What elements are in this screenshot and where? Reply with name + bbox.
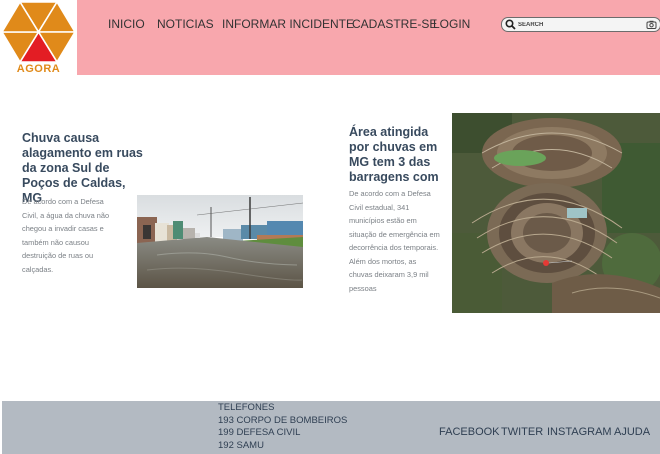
camera-icon[interactable] xyxy=(646,19,657,30)
news-summary-1: De acordo com a Defesa Civil, a água da … xyxy=(22,197,110,274)
site-header: AGORA INICIO NOTICIAS INFORMAR INCIDENTE… xyxy=(0,0,660,75)
nav-informar-incidente[interactable]: INFORMAR INCIDENTE xyxy=(222,17,354,31)
site-footer: TELEFONES 193 CORPO DE BOMBEIROS 199 DEF… xyxy=(2,401,660,454)
agora-logo[interactable]: AGORA xyxy=(0,0,77,75)
footer-link-facebook[interactable]: FACEBOOK xyxy=(439,426,500,438)
footer-link-twiter[interactable]: TWITER xyxy=(501,426,543,438)
navbar: INICIO NOTICIAS INFORMAR INCIDENTE CADAS… xyxy=(77,0,660,75)
logo-text: AGORA xyxy=(16,63,61,75)
phone-bombeiros: 193 CORPO DE BOMBEIROS xyxy=(218,414,348,426)
search-icon[interactable] xyxy=(505,19,516,30)
footer-link-instagram[interactable]: INSTAGRAM xyxy=(547,426,612,438)
nav-inicio[interactable]: INICIO xyxy=(108,17,145,31)
hexagon-logo-icon xyxy=(2,0,75,63)
phone-list: TELEFONES 193 CORPO DE BOMBEIROS 199 DEF… xyxy=(218,402,347,452)
phone-samu: 192 SAMU xyxy=(218,439,264,451)
mining-area-aerial-image[interactable] xyxy=(452,113,660,313)
nav-noticias[interactable]: NOTICIAS xyxy=(157,17,214,31)
footer-link-ajuda[interactable]: AJUDA xyxy=(614,426,650,438)
flooded-street-image[interactable] xyxy=(137,195,303,288)
phone-defesa-civil: 199 DEFESA CIVIL xyxy=(218,427,301,438)
news-title-2[interactable]: Área atingida por chuvas em MG tem 3 das… xyxy=(349,125,441,185)
search-bar[interactable] xyxy=(501,17,660,32)
phones-title: TELEFONES xyxy=(218,402,275,413)
nav-login[interactable]: LOGIN xyxy=(433,17,470,31)
search-input[interactable] xyxy=(518,19,640,30)
nav-cadastre-se[interactable]: CADASTRE-SE xyxy=(352,17,437,31)
news-summary-2: De acordo com a Defesa Civil estadual, 3… xyxy=(349,189,440,293)
